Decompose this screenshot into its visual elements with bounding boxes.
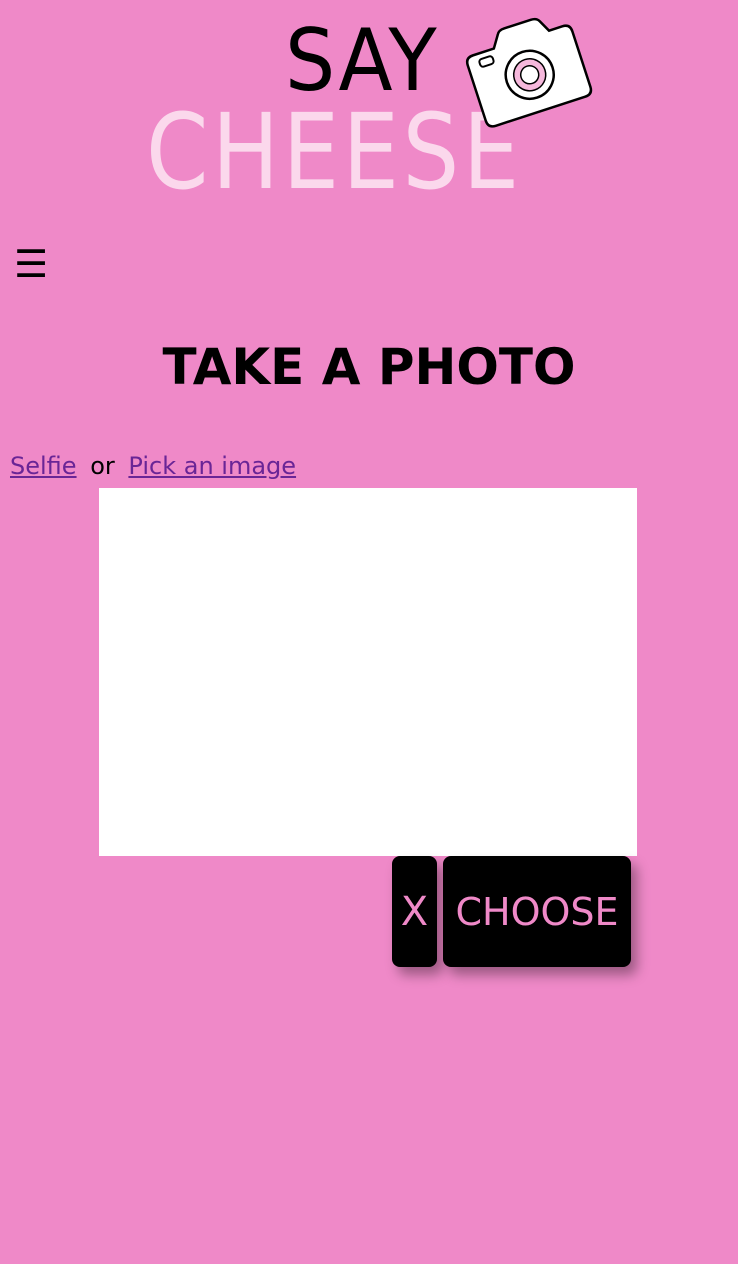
choose-button[interactable]: CHOOSE bbox=[443, 856, 631, 967]
page-title: TAKE A PHOTO bbox=[162, 338, 576, 396]
photo-preview-area bbox=[99, 488, 637, 856]
image-source-options: Selfie or Pick an image bbox=[10, 452, 296, 480]
camera-icon bbox=[465, 17, 593, 128]
clear-button[interactable]: X bbox=[392, 856, 437, 967]
selfie-link[interactable]: Selfie bbox=[10, 452, 77, 480]
hamburger-menu-button[interactable]: ☰ bbox=[14, 245, 54, 283]
hamburger-icon: ☰ bbox=[14, 242, 49, 286]
source-separator: or bbox=[90, 452, 115, 480]
pick-image-link[interactable]: Pick an image bbox=[128, 452, 296, 480]
app-logo: SAY CHEESE bbox=[140, 10, 600, 210]
